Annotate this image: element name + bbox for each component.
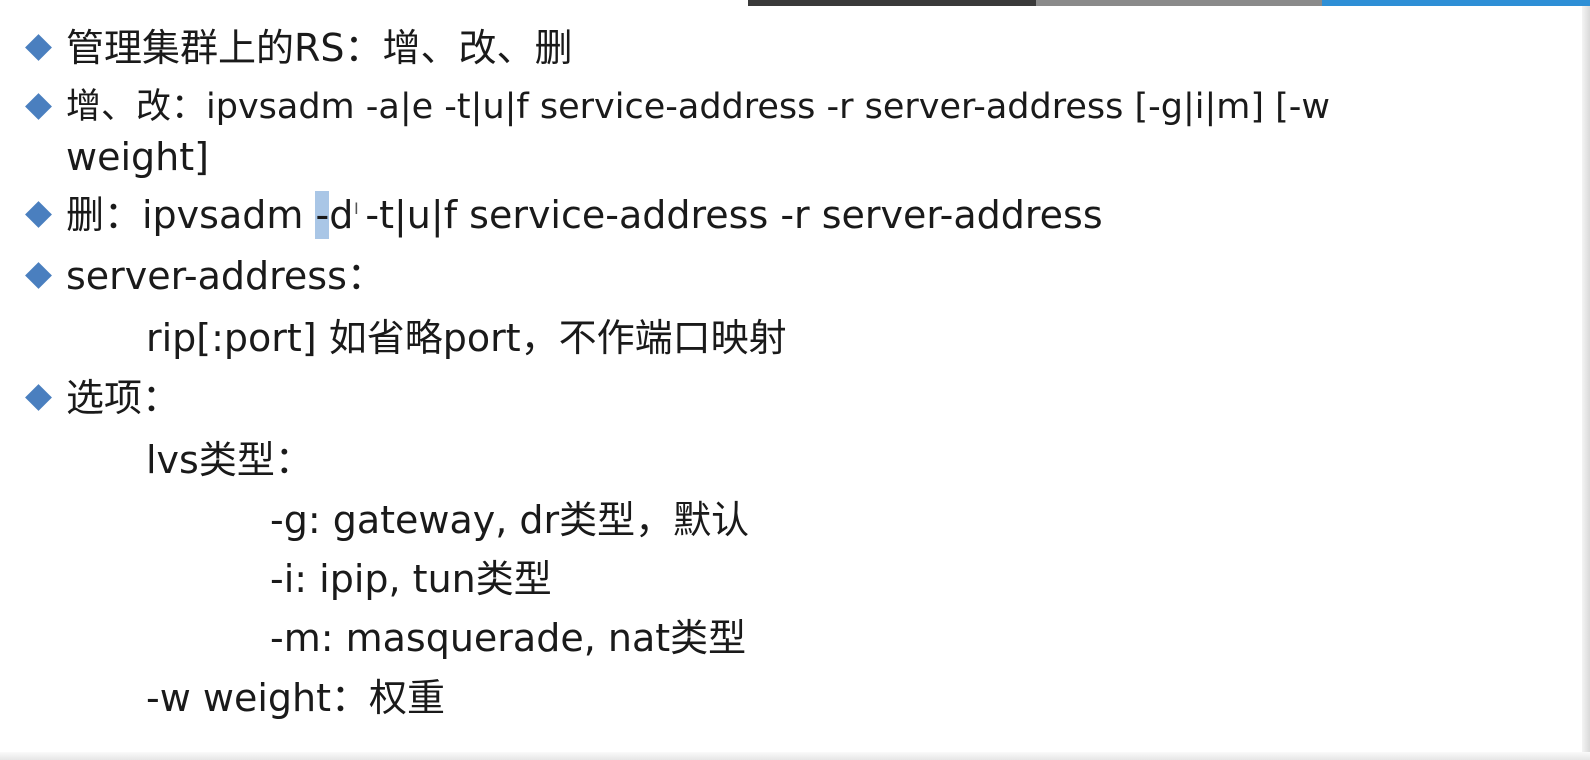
slide-line-option-w: -w weight：权重 bbox=[146, 676, 445, 720]
slide-line-option-i: -i: ipip, tun类型 bbox=[270, 557, 552, 601]
slide-line-option-g: -g: gateway, dr类型，默认 bbox=[270, 498, 750, 542]
slide-line-options: 选项： bbox=[66, 376, 181, 420]
delete-line-suffix: d -t|u|f service-address -r server-addre… bbox=[329, 193, 1103, 237]
slide-line-option-m: -m: masquerade, nat类型 bbox=[270, 616, 747, 660]
diamond-bullet-icon bbox=[25, 201, 52, 228]
text-selection[interactable]: - bbox=[315, 191, 330, 239]
diamond-bullet-icon bbox=[25, 34, 52, 61]
text-cursor-icon: I bbox=[354, 199, 359, 218]
slide-line-delete: 删：ipvsadm -d -t|u|f service-address -r s… bbox=[66, 191, 1103, 239]
diamond-bullet-icon bbox=[25, 262, 52, 289]
diamond-bullet-icon bbox=[25, 384, 52, 411]
window-right-edge bbox=[1582, 6, 1590, 760]
window-bottom-edge bbox=[0, 752, 1590, 760]
slide-line-add-modify: 增、改：ipvsadm -a|e -t|u|f service-address … bbox=[66, 87, 1331, 127]
slide-line-rip-port: rip[:port] 如省略port，不作端口映射 bbox=[146, 316, 787, 360]
slide-line-lvs-type: lvs类型： bbox=[146, 438, 313, 482]
slide-line-title: 管理集群上的RS：增、改、删 bbox=[66, 26, 573, 70]
diamond-bullet-icon bbox=[25, 93, 52, 120]
slide-line-server-address: server-address： bbox=[66, 254, 385, 298]
slide-content: 管理集群上的RS：增、改、删 增、改：ipvsadm -a|e -t|u|f s… bbox=[0, 0, 1580, 752]
slide-line-add-modify-cont: weight] bbox=[66, 135, 209, 179]
delete-line-prefix: 删：ipvsadm bbox=[66, 193, 316, 237]
